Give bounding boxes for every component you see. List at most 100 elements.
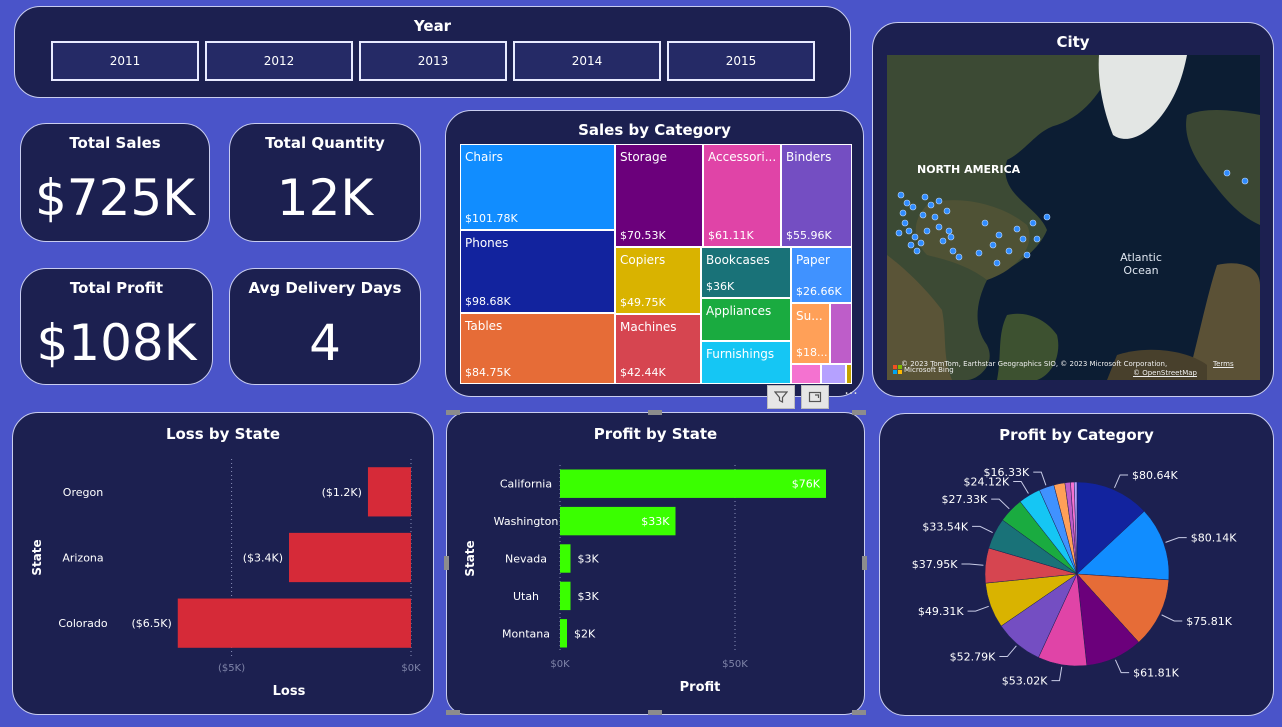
treemap-cell-value: $61.11K (708, 229, 754, 242)
bar[interactable] (560, 581, 571, 611)
treemap-cell-furnishings[interactable]: Furnishings (701, 341, 791, 384)
treemap-cell-storage[interactable]: Storage $70.53K (615, 144, 703, 247)
pie-leader-line (1013, 481, 1029, 494)
category-label: Montana (502, 627, 550, 640)
bar[interactable] (367, 467, 411, 517)
resize-handle-bottom-right[interactable] (852, 710, 866, 715)
year-button-2014[interactable]: 2014 (513, 41, 661, 81)
treemap-cell-appliances[interactable]: Appliances (701, 298, 791, 341)
bar[interactable] (177, 598, 411, 648)
treemap-cell-copiers[interactable]: Copiers $49.75K (615, 247, 701, 314)
avg-delivery-card: Avg Delivery Days 4 (229, 268, 421, 385)
sales-by-category-card[interactable]: Sales by Category Chairs $101.78K Phones $9… (445, 110, 864, 397)
pie-data-label: $37.95K (912, 558, 958, 571)
profit-by-category-chart: $80.64K $80.14K $75.81K $61.81K $53.02K $52.7… (912, 466, 1237, 688)
treemap-cell-value: $36K (706, 280, 735, 293)
profit-by-category-card[interactable]: Profit by Category $80.64K $80.14K $75.81K… (879, 413, 1274, 716)
total-sales-title: Total Sales (69, 134, 161, 152)
category-label: Oregon (63, 486, 103, 499)
treemap-cell-phones[interactable]: Phones $98.68K (460, 230, 615, 313)
treemap-cell-machines[interactable]: Machines $42.44K (615, 314, 701, 384)
pie-data-label: $75.81K (1186, 615, 1232, 628)
treemap-cell-value: $49.75K (620, 296, 666, 309)
year-slicer-title: Year (413, 17, 452, 35)
treemap-cell-label: Tables (465, 319, 503, 333)
treemap-cell-accessori[interactable]: Accessori... $61.11K (703, 144, 781, 247)
treemap-cell-paper[interactable]: Paper $26.66K (791, 247, 852, 303)
city-map-card[interactable]: City NORTH AMERICA Atlantic Ocean © 2023… (872, 22, 1274, 397)
bar[interactable] (560, 544, 571, 573)
treemap-cell-label: Copiers (620, 253, 666, 267)
focus-mode-icon[interactable] (801, 385, 829, 409)
loss-by-state-card[interactable]: Loss by State ($5K) $0K Oregon ($1.2K) Arizo… (12, 412, 434, 715)
treemap-cell-label: Storage (620, 150, 667, 164)
data-label: $76K (792, 478, 821, 491)
year-button-2012[interactable]: 2012 (205, 41, 353, 81)
pie-leader-line (1114, 659, 1130, 674)
resize-handle-left[interactable] (444, 556, 449, 570)
data-label: ($3.4K) (243, 552, 283, 565)
resize-handle-right[interactable] (862, 556, 867, 570)
pie-data-label: $80.64K (1132, 469, 1178, 482)
city-points (895, 169, 1249, 267)
category-label: Colorado (58, 617, 107, 630)
x-axis-title: Profit (680, 680, 721, 695)
resize-handle-top-left[interactable] (446, 410, 460, 415)
resize-handle-bottom[interactable] (648, 710, 662, 715)
city-map[interactable]: NORTH AMERICA Atlantic Ocean © 2023 TomT… (887, 55, 1260, 380)
total-sales-value: $725K (34, 169, 196, 227)
treemap-cell-small13[interactable] (830, 303, 852, 364)
resize-handle-top-right[interactable] (852, 410, 866, 415)
bar[interactable] (560, 469, 826, 498)
treemap-cell-tables[interactable]: Tables $84.75K (460, 313, 615, 384)
year-slicer-card: Year 2011 2012 2013 2014 2015 (14, 6, 851, 98)
pie-leader-line (1161, 614, 1183, 622)
more-options-icon[interactable]: ··· (838, 384, 864, 408)
pie-data-label: $52.79K (950, 651, 996, 664)
treemap-cell-value: $98.68K (465, 295, 511, 308)
year-button-2015[interactable]: 2015 (667, 41, 815, 81)
total-profit-card: Total Profit $108K (20, 268, 213, 385)
treemap-cell-value: $42.44K (620, 366, 666, 379)
year-button-2013[interactable]: 2013 (359, 41, 507, 81)
data-label: ($6.5K) (131, 617, 171, 630)
pie-leader-line (1165, 537, 1187, 543)
treemap-cell-label: Chairs (465, 150, 503, 164)
pie-data-label: $53.02K (1002, 675, 1048, 688)
data-label: $3K (578, 553, 600, 566)
total-quantity-card: Total Quantity 12K (229, 123, 421, 242)
bar[interactable] (560, 619, 567, 648)
sales-treemap: Chairs $101.78K Phones $98.68K Tables $84.75K… (460, 144, 852, 384)
bing-logo-text: Microsoft Bing (904, 365, 954, 374)
y-axis-title: State (463, 540, 477, 576)
treemap-cell-small15[interactable] (821, 364, 846, 384)
treemap-cell-small16[interactable] (846, 364, 852, 384)
treemap-cell-binders[interactable]: Binders $55.96K (781, 144, 852, 247)
total-quantity-title: Total Quantity (265, 134, 385, 152)
pie-data-label: $33.54K (922, 520, 968, 533)
treemap-cell-chairs[interactable]: Chairs $101.78K (460, 144, 615, 230)
treemap-cell-small14[interactable] (791, 364, 821, 384)
treemap-cell-value: $26.66K (796, 285, 842, 298)
total-sales-card: Total Sales $725K (20, 123, 210, 242)
map-terms-link[interactable]: Terms (1213, 360, 1234, 368)
loss-by-state-chart: ($5K) $0K Oregon ($1.2K) Arizona ($3.4K) Color… (30, 459, 421, 699)
bar[interactable] (289, 532, 411, 583)
treemap-cell-bookcases[interactable]: Bookcases $36K (701, 247, 791, 298)
pie-leader-line (1051, 666, 1063, 682)
total-quantity-value: 12K (276, 169, 374, 227)
pie-leader-line (1033, 471, 1047, 486)
treemap-cell-value: $18... (796, 346, 828, 359)
profit-by-state-card[interactable]: Profit by State $0K $50K California $76K Was… (446, 412, 865, 715)
treemap-cell-label: Furnishings (706, 347, 775, 361)
total-profit-value: $108K (36, 314, 197, 372)
filter-icon[interactable] (767, 385, 795, 409)
category-label: California (500, 478, 552, 491)
resize-handle-top[interactable] (648, 410, 662, 415)
treemap-cell-su[interactable]: Su... $18... (791, 303, 830, 364)
map-osm-link[interactable]: © OpenStreetMap (1133, 369, 1197, 377)
resize-handle-bottom-left[interactable] (446, 710, 460, 715)
year-button-2011[interactable]: 2011 (51, 41, 199, 81)
pie-data-label: $27.33K (941, 493, 987, 506)
category-label: Nevada (505, 553, 547, 566)
